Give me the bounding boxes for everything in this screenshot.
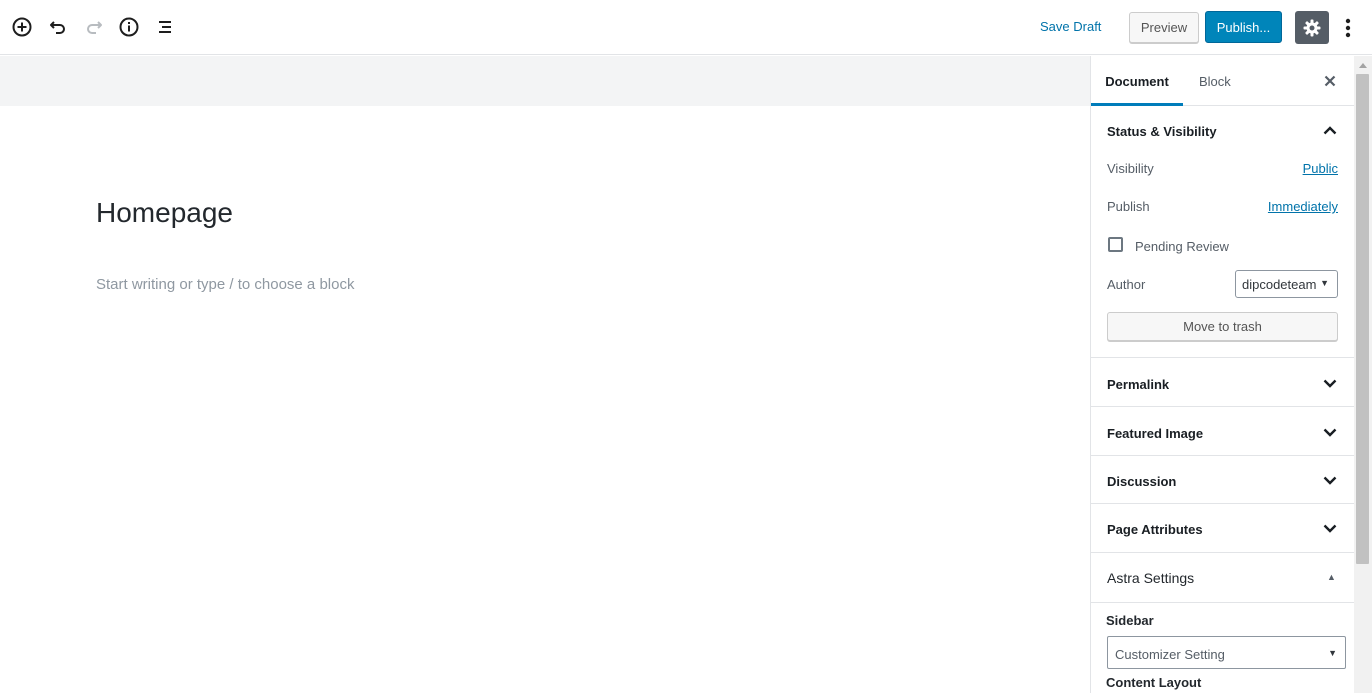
editor-top-band (0, 56, 1090, 106)
pending-review-checkbox[interactable] (1108, 237, 1123, 252)
panel-featured-image[interactable]: Featured Image (1091, 407, 1354, 455)
chevron-up-icon[interactable] (1321, 121, 1339, 139)
author-select[interactable]: dipcodeteam ▼ (1235, 270, 1338, 298)
visibility-link[interactable]: Public (1303, 161, 1338, 176)
content-layout-label: Content Layout (1106, 675, 1202, 690)
pending-review-label[interactable]: Pending Review (1135, 239, 1229, 254)
panel-status-visibility[interactable]: Status & Visibility (1091, 106, 1354, 156)
sidebar-layout-select-value: Customizer Setting (1115, 647, 1225, 662)
scroll-up-arrow-icon[interactable] (1354, 58, 1372, 72)
panel-astra-settings[interactable]: Astra Settings ▲ (1091, 553, 1354, 602)
chevron-down-icon[interactable] (1321, 471, 1339, 489)
post-title[interactable]: Homepage (96, 197, 233, 229)
block-placeholder[interactable]: Start writing or type / to choose a bloc… (96, 276, 354, 293)
outline-icon[interactable] (152, 14, 178, 40)
author-select-value: dipcodeteam (1242, 277, 1317, 292)
save-draft-button[interactable]: Save Draft (1040, 19, 1101, 34)
chevron-down-icon[interactable] (1321, 519, 1339, 537)
add-block-icon[interactable] (9, 14, 35, 40)
panel-title: Featured Image (1107, 426, 1204, 441)
redo-icon[interactable] (81, 14, 107, 40)
triangle-up-icon[interactable]: ▲ (1327, 572, 1336, 582)
tab-block[interactable]: Block (1199, 56, 1231, 106)
more-vertical-icon[interactable] (1338, 14, 1358, 42)
preview-button[interactable]: Preview (1129, 12, 1199, 43)
tab-document[interactable]: Document (1091, 56, 1183, 106)
panel-title: Permalink (1107, 377, 1170, 392)
move-to-trash-button[interactable]: Move to trash (1107, 312, 1338, 341)
panel-permalink[interactable]: Permalink (1091, 358, 1354, 407)
sidebar-layout-label: Sidebar (1106, 613, 1154, 628)
sidebar-layout-select[interactable]: Customizer Setting ▼ (1107, 636, 1346, 669)
editor-header: Save Draft Preview Publish... (0, 0, 1372, 55)
chevron-down-icon[interactable] (1321, 374, 1339, 392)
scrollbar-thumb[interactable] (1356, 74, 1369, 564)
editor-canvas (0, 106, 1090, 693)
sidebar-tabs: Document Block (1091, 56, 1354, 106)
gear-icon (1303, 19, 1321, 36)
settings-sidebar: Document Block Status & Visibility Visib… (1090, 56, 1354, 693)
panel-title: Discussion (1107, 474, 1177, 489)
info-icon[interactable] (116, 14, 142, 40)
dropdown-arrow-icon: ▼ (1328, 648, 1337, 658)
publish-label: Publish (1107, 199, 1150, 214)
close-icon[interactable] (1321, 72, 1339, 90)
panel-title: Status & Visibility (1107, 124, 1217, 139)
panel-discussion[interactable]: Discussion (1091, 456, 1354, 503)
panel-page-attributes[interactable]: Page Attributes (1091, 504, 1354, 552)
divider (1091, 602, 1354, 603)
panel-title: Page Attributes (1107, 522, 1203, 537)
chevron-down-icon[interactable] (1321, 423, 1339, 441)
visibility-label: Visibility (1107, 161, 1154, 176)
publish-date-link[interactable]: Immediately (1268, 199, 1338, 214)
publish-button[interactable]: Publish... (1205, 11, 1282, 43)
author-label: Author (1107, 277, 1146, 292)
settings-button[interactable] (1295, 11, 1329, 44)
undo-icon[interactable] (45, 14, 71, 40)
dropdown-arrow-icon: ▼ (1320, 278, 1329, 288)
astra-settings-title: Astra Settings (1107, 570, 1195, 586)
